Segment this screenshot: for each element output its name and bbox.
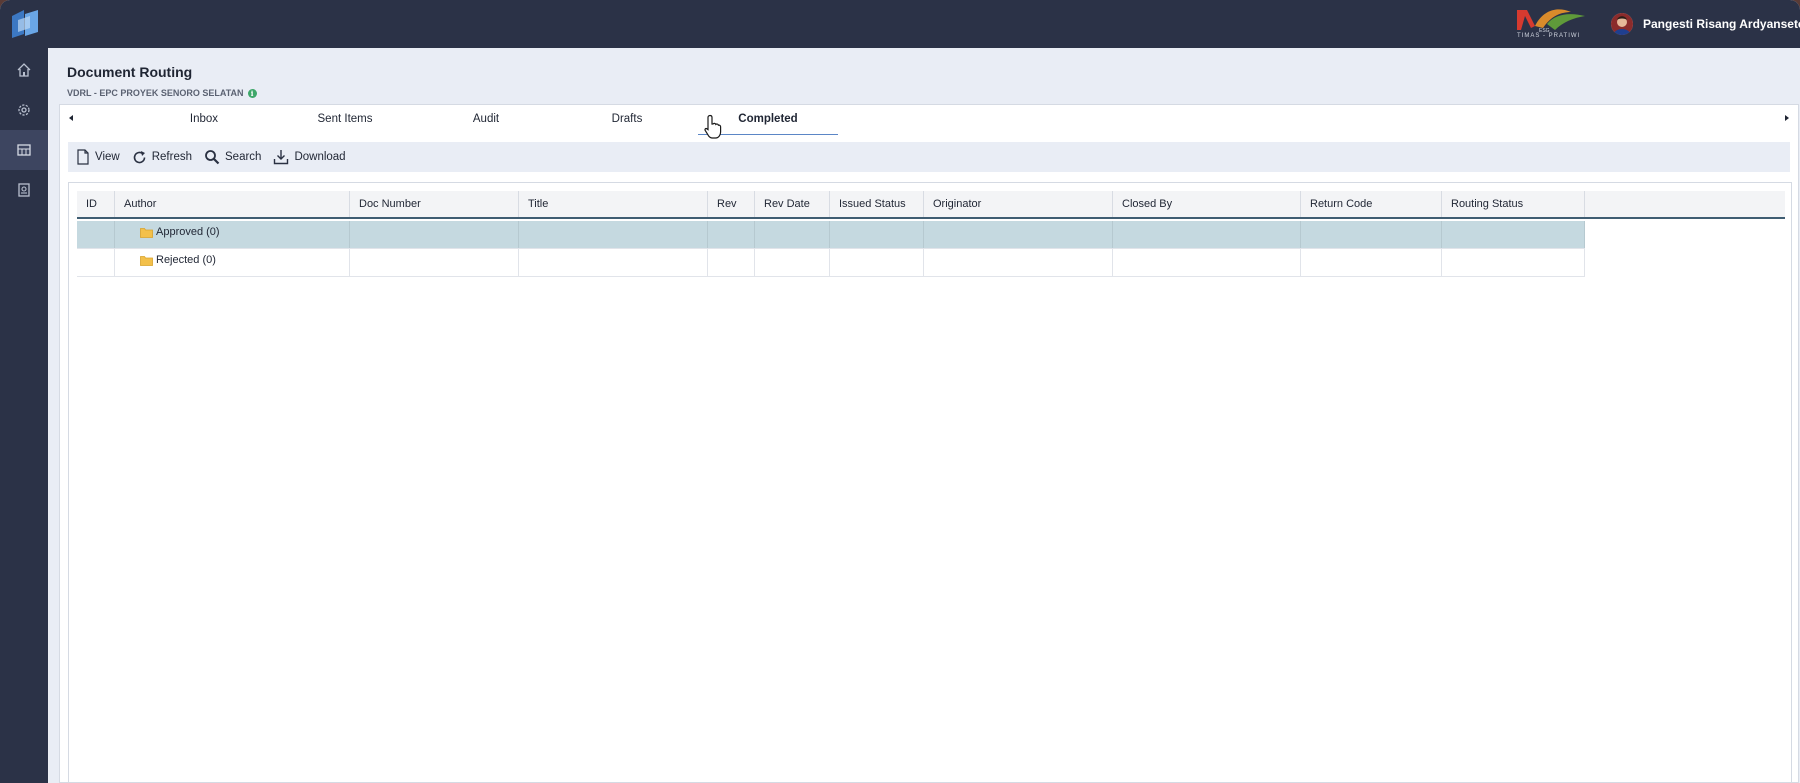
view-label: View [95, 151, 120, 163]
tab-scroll-left-icon[interactable] [66, 113, 76, 123]
page-title: Document Routing [67, 64, 193, 80]
column-header-closed-by[interactable]: Closed By [1113, 191, 1301, 217]
tab-audit[interactable]: Audit [416, 105, 556, 135]
main-content: Document Routing VDRL - EPC PROYEK SENOR… [49, 48, 1800, 783]
tab-drafts[interactable]: Drafts [557, 105, 697, 135]
tab-scroll-right-icon[interactable] [1782, 113, 1792, 123]
user-avatar[interactable] [1611, 13, 1633, 35]
info-icon[interactable]: i [247, 88, 257, 98]
top-bar: ESG TIMAS - PRATIWI Pangesti Risang Ardy… [0, 0, 1800, 48]
column-header-id[interactable]: ID [77, 191, 115, 217]
refresh-icon [133, 150, 146, 163]
project-name: VDRL - EPC PROYEK SENORO SELATAN [67, 88, 244, 98]
table-cell [924, 249, 1113, 276]
brand-logo: ESG TIMAS - PRATIWI [1513, 6, 1589, 42]
table-cell [1113, 221, 1301, 248]
table-cell [1442, 221, 1585, 248]
app-window: ESG TIMAS - PRATIWI Pangesti Risang Ardy… [0, 0, 1800, 783]
search-button[interactable]: Search [204, 149, 261, 165]
group-row-rejected[interactable]: Rejected (0) [77, 249, 1585, 277]
group-name: Approved (0) [156, 226, 220, 238]
column-header-rev-date[interactable]: Rev Date [755, 191, 830, 217]
document-grid: ID Author Doc Number Title Rev Rev Date … [68, 182, 1792, 782]
download-button[interactable]: Download [273, 149, 346, 165]
tab-sent-items[interactable]: Sent Items [275, 105, 415, 135]
table-cell [77, 221, 115, 248]
page-subtitle: VDRL - EPC PROYEK SENORO SELATAN i [67, 88, 257, 98]
column-header-author[interactable]: Author [115, 191, 350, 217]
table-cell: Approved (0) [115, 221, 350, 248]
table-cell [708, 249, 755, 276]
column-header-rev[interactable]: Rev [708, 191, 755, 217]
table-cell [350, 249, 519, 276]
brand-logo-text: TIMAS - PRATIWI [1517, 33, 1581, 39]
group-name: Rejected (0) [156, 254, 216, 266]
download-label: Download [294, 151, 346, 163]
table-cell [1442, 249, 1585, 276]
tab-inbox[interactable]: Inbox [134, 105, 274, 135]
group-label: Approved (0) [140, 226, 220, 238]
brand-logo-icon: ESG [1517, 9, 1585, 34]
refresh-button[interactable]: Refresh [132, 150, 192, 165]
table-cell [755, 249, 830, 276]
grid-header: ID Author Doc Number Title Rev Rev Date … [77, 191, 1785, 219]
dashboard-icon [17, 144, 31, 156]
search-label: Search [225, 151, 262, 163]
search-icon [205, 150, 220, 165]
toolbar: View Refresh Search Download [68, 142, 1790, 172]
table-cell [1113, 249, 1301, 276]
table-cell [77, 249, 115, 276]
table-cell [708, 221, 755, 248]
refresh-label: Refresh [151, 151, 192, 163]
sidebar-item-documents[interactable] [0, 170, 48, 210]
table-cell [1301, 221, 1442, 248]
group-row-approved[interactable]: Approved (0) [77, 221, 1585, 249]
sidebar-item-settings[interactable] [0, 90, 48, 130]
tab-bar: Inbox Sent Items Audit Drafts Completed [60, 105, 1800, 135]
table-cell [519, 221, 708, 248]
document-icon [18, 183, 30, 197]
home-icon [17, 63, 31, 77]
table-cell: Rejected (0) [115, 249, 350, 276]
group-label: Rejected (0) [140, 254, 216, 266]
view-document-icon [77, 149, 89, 165]
table-cell [830, 249, 924, 276]
column-header-doc-number[interactable]: Doc Number [350, 191, 519, 217]
user-name[interactable]: Pangesti Risang Ardyanseto [1643, 17, 1800, 31]
window-frame: ESG TIMAS - PRATIWI Pangesti Risang Ardy… [0, 0, 1800, 783]
hand-cursor-icon [704, 114, 722, 139]
column-header-issued-status[interactable]: Issued Status [830, 191, 924, 217]
app-logo-icon[interactable] [10, 8, 40, 40]
column-header-title[interactable]: Title [519, 191, 708, 217]
sidebar [0, 48, 48, 783]
table-cell [350, 221, 519, 248]
column-header-return-code[interactable]: Return Code [1301, 191, 1442, 217]
table-cell [830, 221, 924, 248]
download-icon [274, 150, 289, 165]
table-cell [519, 249, 708, 276]
sidebar-item-home[interactable] [0, 50, 48, 90]
table-cell [924, 221, 1113, 248]
column-header-routing-status[interactable]: Routing Status [1442, 191, 1585, 217]
column-header-originator[interactable]: Originator [924, 191, 1113, 217]
table-cell [755, 221, 830, 248]
table-cell [1301, 249, 1442, 276]
avatar-image [1611, 13, 1633, 35]
folder-icon [140, 255, 153, 266]
gear-icon [18, 104, 30, 116]
sidebar-item-dashboard[interactable] [0, 130, 48, 170]
view-button[interactable]: View [76, 149, 120, 165]
folder-icon [140, 227, 153, 238]
routing-panel: Inbox Sent Items Audit Drafts Completed … [59, 104, 1799, 783]
